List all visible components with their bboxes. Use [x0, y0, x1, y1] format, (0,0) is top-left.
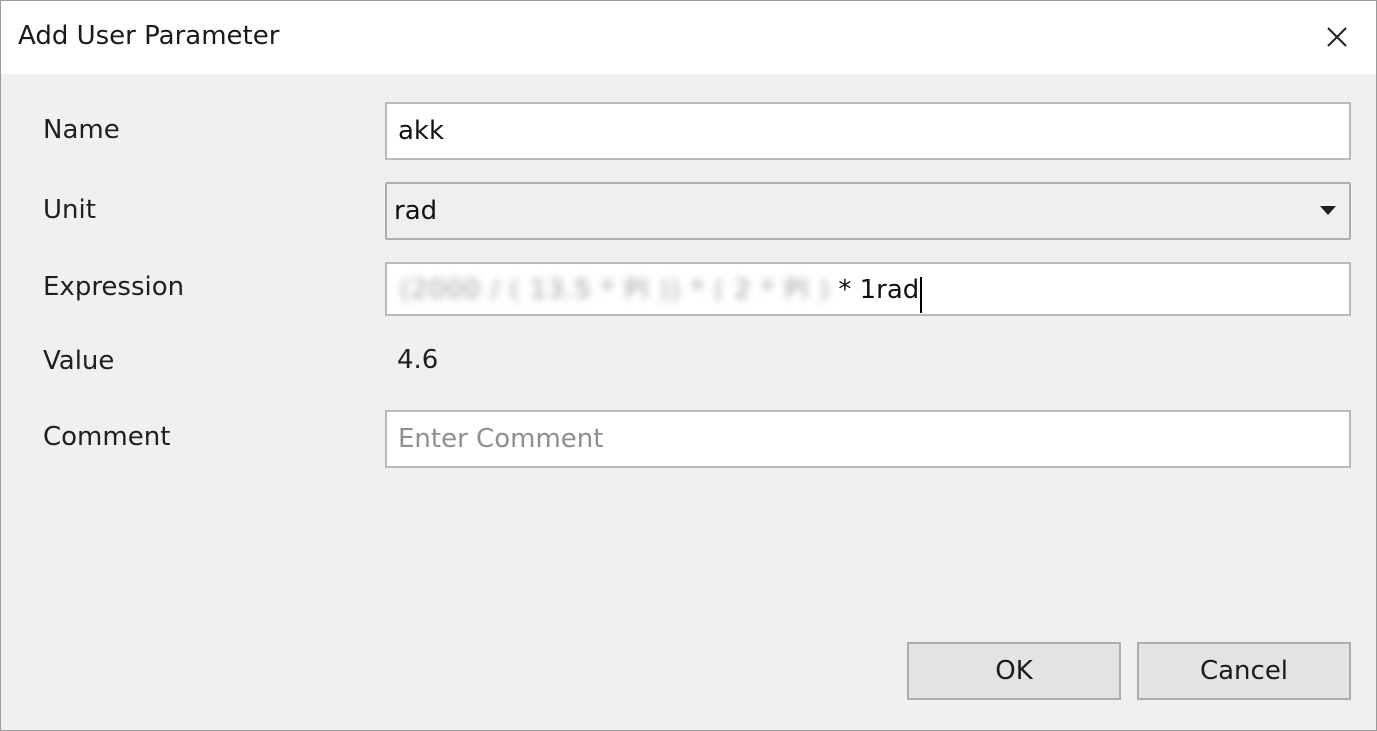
comment-input[interactable]: Enter Comment [385, 410, 1351, 468]
ok-button[interactable]: OK [907, 642, 1121, 700]
close-button[interactable] [1317, 17, 1357, 57]
comment-label: Comment [43, 422, 171, 452]
value-label: Value [43, 346, 115, 376]
expression-label: Expression [43, 272, 185, 302]
expression-redacted-text: (2000 / ( 13.5 * PI )) * ( 2 * PI ) [400, 275, 831, 305]
comment-placeholder: Enter Comment [398, 424, 604, 454]
unit-label: Unit [43, 195, 96, 225]
unit-value: rad [394, 196, 438, 226]
name-label: Name [43, 115, 120, 145]
add-user-parameter-dialog: Add User Parameter Name akk Unit rad Exp… [0, 0, 1377, 731]
chevron-down-icon [1320, 206, 1336, 215]
close-icon [1327, 27, 1347, 47]
unit-select[interactable]: rad [385, 182, 1351, 240]
dialog-titlebar: Add User Parameter [1, 1, 1376, 74]
cancel-button[interactable]: Cancel [1137, 642, 1351, 700]
dialog-title: Add User Parameter [18, 21, 280, 51]
name-value: akk [398, 116, 445, 146]
name-input[interactable]: akk [385, 102, 1351, 160]
value-readout: 4.6 [397, 345, 439, 375]
expression-visible-text: * 1rad [838, 275, 920, 305]
expression-input[interactable]: (2000 / ( 13.5 * PI )) * ( 2 * PI ) * 1r… [385, 262, 1351, 316]
text-cursor [920, 276, 923, 313]
